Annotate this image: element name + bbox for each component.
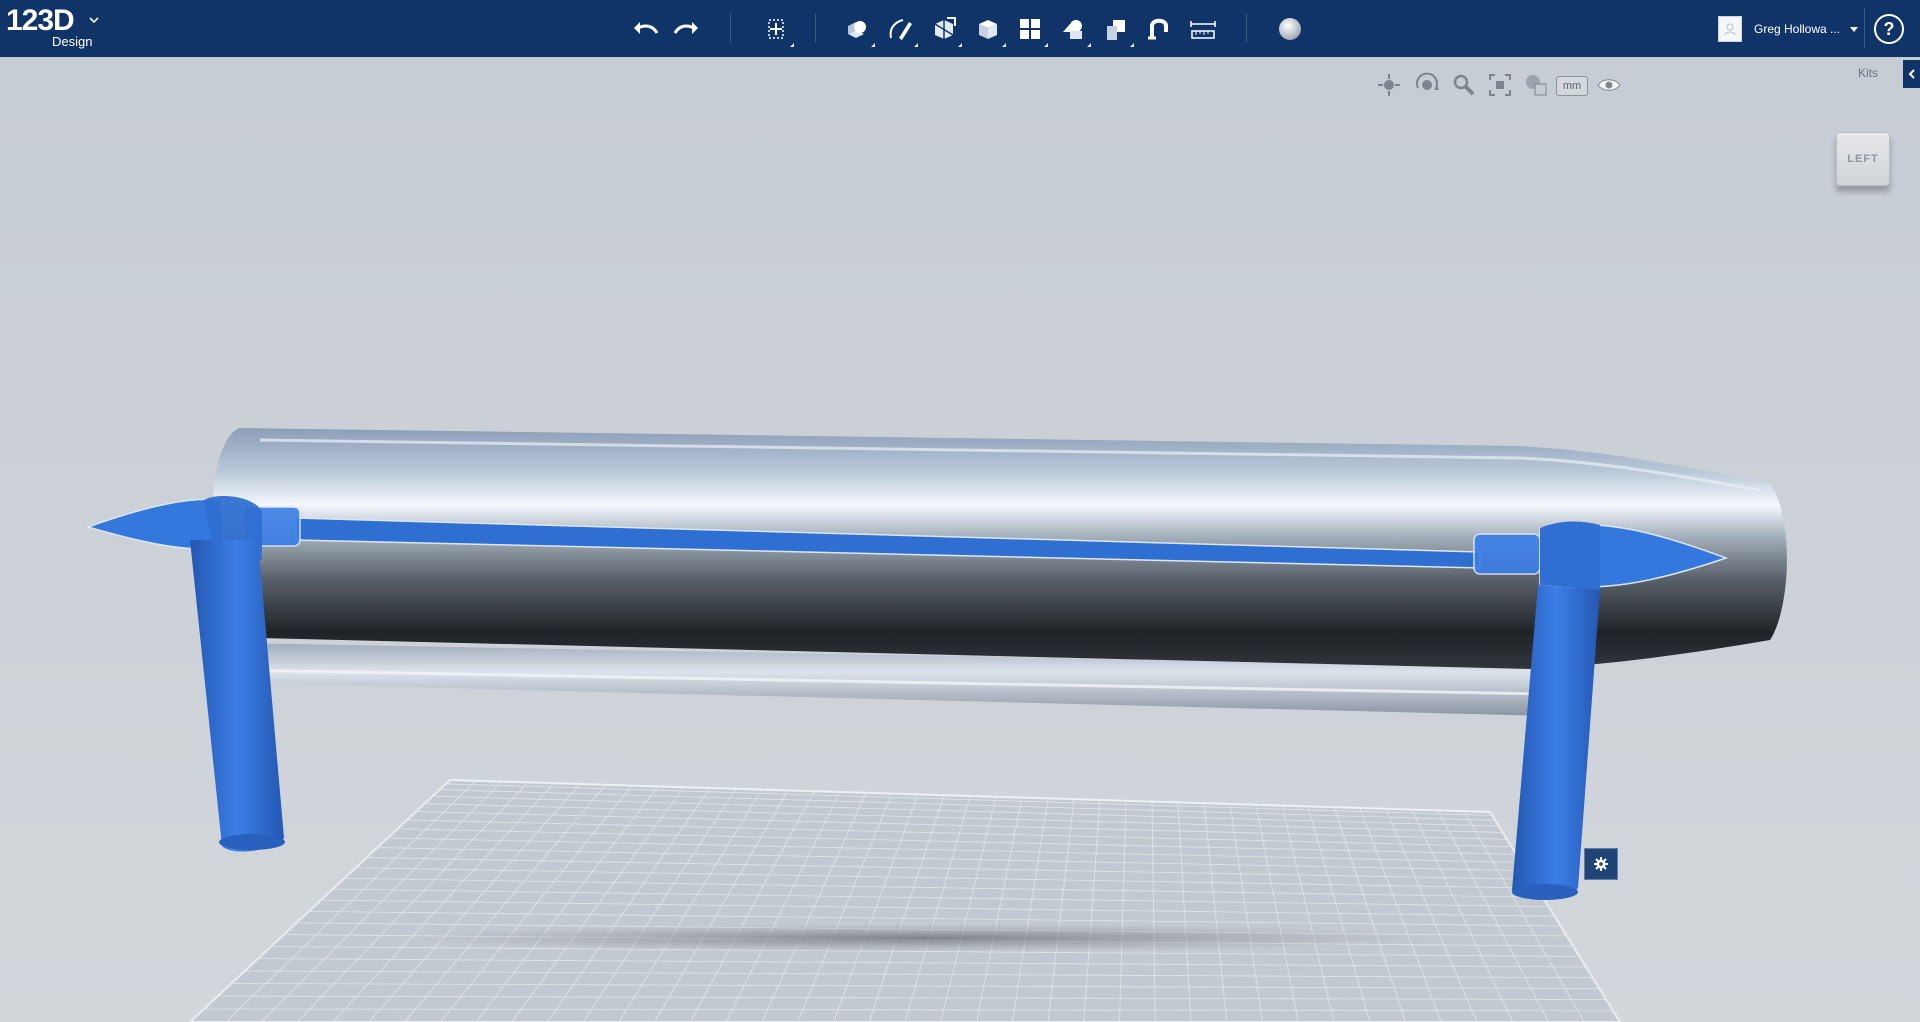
viewport-3d[interactable] xyxy=(0,57,1920,1022)
toolbar-separator xyxy=(815,14,816,42)
snap-button[interactable] xyxy=(1140,10,1178,48)
gear-icon xyxy=(1594,857,1608,871)
snap-icon xyxy=(1148,18,1168,40)
dropdown-indicator xyxy=(790,43,794,47)
redo-icon xyxy=(673,22,698,34)
toolbar-separator xyxy=(1864,8,1865,48)
primitives-icon xyxy=(848,21,866,38)
grouping-button[interactable] xyxy=(1054,10,1092,48)
help-icon: ? xyxy=(1883,18,1895,39)
pattern-button[interactable] xyxy=(1011,10,1049,48)
toolbar-separator xyxy=(730,14,731,42)
dropdown-indicator xyxy=(871,43,875,47)
material-button[interactable] xyxy=(1271,10,1309,48)
dropdown-indicator xyxy=(1087,43,1091,47)
workplane-grid xyxy=(188,778,1622,1022)
construct-icon xyxy=(934,17,956,39)
app-menu-logo[interactable]: 123D Design xyxy=(6,4,106,52)
help-button[interactable]: ? xyxy=(1874,14,1904,44)
primitives-button[interactable] xyxy=(838,10,876,48)
caret-down-icon xyxy=(1850,26,1859,32)
sketch-button[interactable] xyxy=(881,10,919,48)
top-toolbar: 123D Design Greg Hollowa ... ? xyxy=(0,0,1920,57)
combine-button[interactable] xyxy=(1097,10,1135,48)
toolbar-separator xyxy=(1246,14,1247,42)
combine-icon xyxy=(1107,20,1125,40)
user-name: Greg Hollowa ... xyxy=(1754,22,1841,36)
measure-button[interactable] xyxy=(1184,10,1222,48)
construct-button[interactable] xyxy=(925,10,963,48)
avatar xyxy=(1718,16,1742,42)
user-account-menu[interactable]: Greg Hollowa ... xyxy=(1718,12,1866,46)
redo-button[interactable] xyxy=(668,10,706,48)
modify-icon xyxy=(979,20,997,39)
grouping-icon xyxy=(1063,20,1082,39)
transform-button[interactable] xyxy=(757,10,795,48)
dropdown-indicator xyxy=(1130,43,1134,47)
user-icon xyxy=(1724,23,1736,36)
transform-icon xyxy=(768,19,784,39)
modify-button[interactable] xyxy=(969,10,1007,48)
sketch-icon xyxy=(889,19,912,40)
dropdown-indicator xyxy=(958,43,962,47)
logo-subtitle: Design xyxy=(52,34,93,49)
dropdown-indicator xyxy=(914,43,918,47)
chevron-down-icon xyxy=(89,17,99,24)
undo-icon xyxy=(634,22,659,34)
dropdown-indicator xyxy=(1002,43,1006,47)
undo-button[interactable] xyxy=(626,10,664,48)
dropdown-indicator xyxy=(1044,43,1048,47)
object-settings-button[interactable] xyxy=(1584,848,1618,880)
pattern-icon xyxy=(1020,19,1040,39)
logo-text: 123D xyxy=(6,4,75,37)
object-shadow xyxy=(400,924,1440,952)
material-sphere-icon xyxy=(1279,18,1301,40)
measure-icon xyxy=(1190,21,1216,39)
